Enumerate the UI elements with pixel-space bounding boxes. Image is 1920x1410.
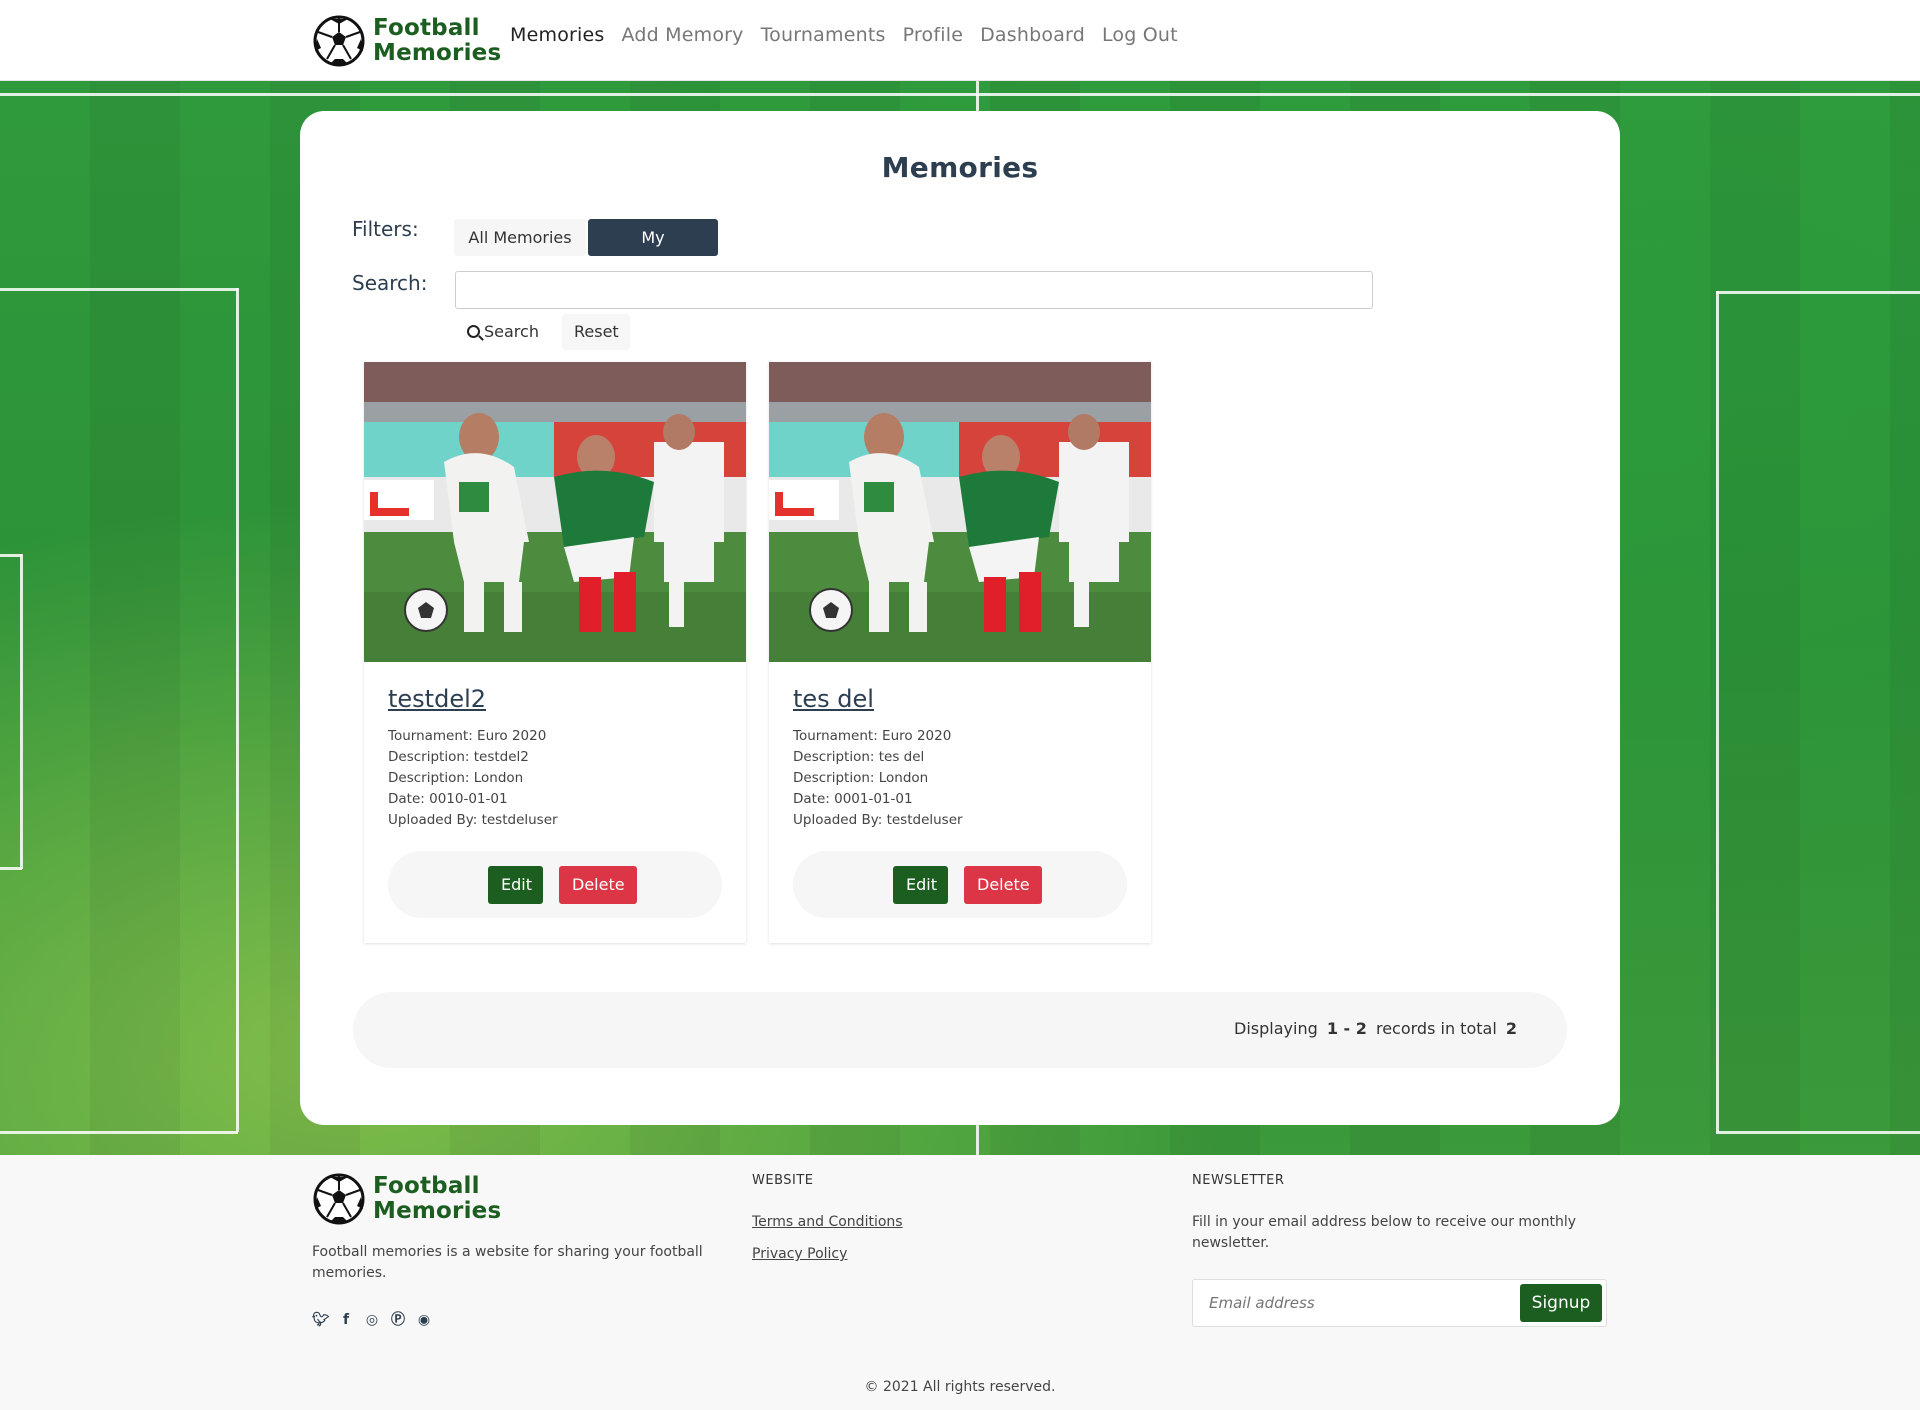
goal-box-left-bottom (0, 867, 22, 870)
memory-uploader: Uploaded By: testdeluser (793, 812, 963, 828)
copyright-text: © 2021 All rights reserved. (864, 1379, 1056, 1395)
memory-details: Tournament: Euro 2020 Description: tes d… (793, 726, 963, 831)
signup-button[interactable]: Signup (1520, 1284, 1602, 1322)
footer-brand-line-1: Football (373, 1173, 480, 1199)
memory-location: Description: London (793, 770, 929, 786)
record-total: 2 (1505, 1019, 1517, 1038)
penalty-box-line-left (236, 288, 239, 1132)
page-title: Memories (881, 151, 1039, 184)
memory-date: Date: 0001-01-01 (793, 791, 913, 807)
brand-logo[interactable]: Football Memories (313, 15, 501, 67)
memory-location: Description: London (388, 770, 524, 786)
brand-line-1: Football (373, 15, 480, 41)
main-nav: Memories Add Memory Tournaments Profile … (510, 24, 1195, 46)
site-footer: Football Memories Football memories is a… (0, 1155, 1920, 1410)
pagination-summary: Displaying 1 - 2 records in total 2 (353, 992, 1567, 1068)
filters-label: Filters: (352, 217, 419, 241)
twitter-icon[interactable]: 🐦︎ (312, 1312, 330, 1328)
footer-description: Football memories is a website for shari… (312, 1244, 703, 1281)
filter-all-memories-button[interactable]: All Memories (454, 219, 586, 256)
filter-my-memories-button[interactable]: My Memories (588, 219, 718, 284)
search-button[interactable]: Search (455, 314, 559, 350)
memory-title-link[interactable]: tes del (793, 685, 874, 713)
email-field[interactable] (1193, 1280, 1523, 1326)
search-button-label: Search (484, 322, 539, 341)
memory-details: Tournament: Euro 2020 Description: testd… (388, 726, 558, 831)
memories-panel: Memories Filters: All Memories My Memori… (300, 111, 1620, 1125)
record-count-prefix: Displaying (1234, 1019, 1318, 1038)
memory-photo[interactable] (769, 362, 1151, 662)
nav-link-profile[interactable]: Profile (903, 24, 963, 46)
search-icon (467, 325, 480, 338)
delete-button[interactable]: Delete (964, 866, 1042, 904)
footer-brand-logo[interactable]: Football Memories (313, 1173, 501, 1225)
nav-link-memories[interactable]: Memories (510, 24, 605, 46)
memory-uploader: Uploaded By: testdeluser (388, 812, 558, 828)
privacy-link[interactable]: Privacy Policy (752, 1246, 847, 1262)
pitch-touchline (0, 93, 1920, 96)
social-links: 🐦︎ f ◎ Ⓟ ◉ (312, 1312, 432, 1328)
edit-button[interactable]: Edit (893, 866, 948, 904)
record-count-middle: records in total (1375, 1019, 1497, 1038)
footer-brand-line-2: Memories (373, 1198, 502, 1224)
nav-link-tournaments[interactable]: Tournaments (761, 24, 886, 46)
memory-card: tes del Tournament: Euro 2020 Descriptio… (769, 362, 1151, 943)
delete-button[interactable]: Delete (559, 866, 637, 904)
penalty-box-line-right (1716, 291, 1719, 1132)
penalty-box-top-right (1716, 291, 1920, 294)
record-range: 1 - 2 (1326, 1019, 1367, 1038)
pinterest-icon[interactable]: Ⓟ (390, 1312, 406, 1328)
reset-button[interactable]: Reset (562, 314, 630, 350)
footer-brand-name: Football Memories (373, 1174, 501, 1224)
football-logo-icon (313, 15, 365, 67)
website-heading: WEBSITE (752, 1173, 814, 1188)
nav-link-dashboard[interactable]: Dashboard (980, 24, 1085, 46)
memory-description: Description: testdel2 (388, 749, 529, 765)
terms-link[interactable]: Terms and Conditions (752, 1214, 903, 1230)
football-match-photo (769, 362, 1151, 662)
search-input[interactable] (455, 271, 1373, 309)
facebook-icon[interactable]: f (338, 1312, 354, 1328)
newsletter-description: Fill in your email address below to rece… (1192, 1214, 1577, 1251)
football-logo-icon (313, 1173, 365, 1225)
snapchat-icon[interactable]: ◉ (416, 1312, 432, 1328)
newsletter-form: Signup (1192, 1279, 1607, 1327)
instagram-icon[interactable]: ◎ (364, 1312, 380, 1328)
memory-tournament: Tournament: Euro 2020 (793, 728, 952, 744)
nav-link-add-memory[interactable]: Add Memory (622, 24, 744, 46)
memory-description: Description: tes del (793, 749, 925, 765)
record-count-text: Displaying 1 - 2 records in total 2 (1234, 1019, 1521, 1038)
brand-name: Football Memories (373, 16, 501, 66)
football-match-photo (364, 362, 746, 662)
top-navbar: Football Memories Memories Add Memory To… (0, 0, 1920, 81)
brand-line-2: Memories (373, 40, 502, 66)
goal-box-left-top (0, 554, 22, 557)
goal-box-left (20, 554, 23, 869)
memory-card: testdel2 Tournament: Euro 2020 Descripti… (364, 362, 746, 943)
memory-actions: Edit Delete (793, 851, 1127, 918)
penalty-box-bottom-left (0, 1131, 238, 1134)
nav-link-log-out[interactable]: Log Out (1102, 24, 1178, 46)
memory-title-link[interactable]: testdel2 (388, 685, 486, 713)
search-label: Search: (352, 271, 428, 295)
newsletter-heading: NEWSLETTER (1192, 1173, 1285, 1188)
penalty-box-bottom-right (1716, 1131, 1920, 1134)
memory-actions: Edit Delete (388, 851, 722, 918)
penalty-box-top-left (0, 288, 238, 291)
memory-tournament: Tournament: Euro 2020 (388, 728, 547, 744)
memory-date: Date: 0010-01-01 (388, 791, 508, 807)
memory-photo[interactable] (364, 362, 746, 662)
edit-button[interactable]: Edit (488, 866, 543, 904)
